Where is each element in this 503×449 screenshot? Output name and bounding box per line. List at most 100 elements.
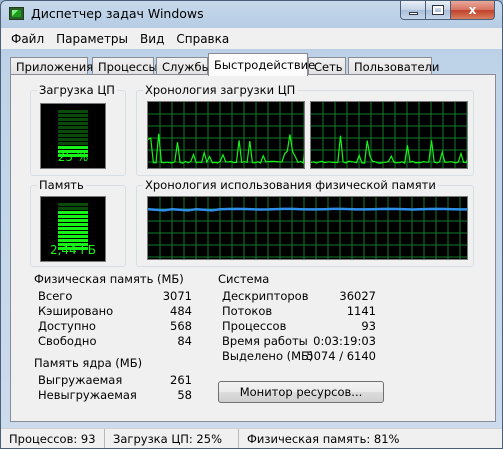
cpu-history-group: Хронология загрузки ЦП — [136, 83, 474, 176]
task-manager-window: Диспетчер задач Windows x Файл Параметры… — [0, 0, 503, 449]
status-cpu: Загрузка ЦП: 25% — [105, 429, 239, 448]
system-value: 36027 — [339, 289, 376, 303]
meter-segment — [58, 211, 88, 214]
physical-memory-value: 484 — [170, 304, 192, 318]
minimize-icon — [408, 11, 418, 15]
minimize-button[interactable] — [400, 1, 426, 20]
physical-memory-row: Всего 3071 — [38, 289, 192, 303]
cpu-usage-group: Загрузка ЦП 25 % — [30, 83, 126, 176]
menu-view[interactable]: Вид — [134, 30, 170, 48]
kernel-memory-key: Невыгружаемая — [38, 388, 137, 402]
tab-strip: Приложения Процессы Службы Быстродействи… — [10, 53, 496, 76]
meter-segment — [58, 142, 88, 145]
meter-segment — [58, 207, 88, 210]
meter-segment — [58, 122, 88, 125]
maximize-button[interactable] — [426, 1, 451, 20]
meter-segment — [58, 110, 88, 113]
menu-file[interactable]: Файл — [5, 30, 50, 48]
system-group: Система Дескрипторов 36027 Потоков 1141 … — [214, 272, 384, 366]
resource-monitor-button[interactable]: Монитор ресурсов... — [218, 381, 384, 403]
kernel-memory-group: Память ядра (МБ) Выгружаемая 261 Невыгру… — [30, 356, 200, 404]
memory-history-graph — [147, 196, 468, 260]
cpu-meter: 25 % — [40, 103, 106, 169]
meter-segment — [58, 114, 88, 117]
physical-memory-row: Свободно 84 — [38, 334, 192, 348]
kernel-memory-key: Выгружаемая — [38, 373, 123, 387]
cpu-history-label: Хронология загрузки ЦП — [143, 83, 298, 97]
physical-memory-label: Физическая память (МБ) — [32, 272, 186, 286]
memory-history-group: Хронология использования физической памя… — [136, 178, 474, 267]
kernel-memory-value: 261 — [170, 373, 192, 387]
system-value: 5074 / 6140 — [306, 349, 376, 363]
physical-memory-key: Доступно — [38, 319, 96, 333]
meter-segment — [58, 130, 88, 133]
maximize-icon — [432, 5, 444, 15]
cpu-history-graph-2 — [310, 101, 468, 169]
menu-bar: Файл Параметры Вид Справка — [1, 28, 502, 49]
physical-memory-value: 568 — [170, 319, 192, 333]
kernel-memory-label: Память ядра (МБ) — [32, 356, 145, 370]
system-row: Выделено (МБ) 5074 / 6140 — [222, 349, 376, 363]
cpu-history-graph-1 — [147, 101, 305, 169]
system-key: Потоков — [222, 304, 273, 318]
system-row: Процессов 93 — [222, 319, 376, 333]
physical-memory-key: Кэшировано — [38, 304, 114, 318]
physical-memory-group: Физическая память (МБ) Всего 3071 Кэширо… — [30, 272, 200, 350]
system-label: Система — [216, 272, 272, 286]
system-row: Дескрипторов 36027 — [222, 289, 376, 303]
memory-meter-value: 2,44 ГБ — [49, 243, 97, 257]
memory-meter: 2,44 ГБ — [40, 196, 106, 262]
cpu-history-graph-1-svg — [148, 102, 304, 168]
title-bar[interactable]: Диспетчер задач Windows x — [1, 1, 502, 27]
system-row: Время работы 0:03:19:03 — [222, 334, 376, 348]
memory-history-label: Хронология использования физической памя… — [143, 178, 438, 192]
close-button[interactable]: x — [451, 1, 495, 20]
meter-segment — [58, 118, 88, 121]
close-icon: x — [468, 3, 477, 17]
physical-memory-row: Кэшировано 484 — [38, 304, 192, 318]
physical-memory-value: 3071 — [162, 289, 192, 303]
meter-segment — [58, 235, 88, 238]
physical-memory-row: Доступно 568 — [38, 319, 192, 333]
status-memory: Физическая память: 81% — [247, 432, 400, 446]
memory-group: Память 2,44 ГБ — [30, 178, 126, 267]
memory-label: Память — [37, 178, 86, 192]
meter-segment — [58, 146, 88, 149]
meter-segment — [58, 227, 88, 230]
memory-history-line — [148, 207, 467, 212]
cpu-usage-label: Загрузка ЦП — [37, 83, 117, 97]
kernel-memory-row: Невыгружаемая 58 — [38, 388, 192, 402]
window-title: Диспетчер задач Windows — [31, 6, 204, 21]
menu-help[interactable]: Справка — [170, 30, 235, 48]
meter-segment — [58, 215, 88, 218]
system-value: 1141 — [346, 304, 376, 318]
tab-performance[interactable]: Быстродействие — [208, 53, 315, 76]
meter-segment — [58, 231, 88, 234]
status-processes: Процессов: 93 — [1, 429, 105, 448]
system-key: Время работы — [222, 334, 308, 348]
meter-segment — [58, 219, 88, 222]
memory-history-graph-svg — [148, 197, 467, 259]
system-value: 0:03:19:03 — [313, 334, 376, 348]
physical-memory-value: 84 — [177, 334, 192, 348]
physical-memory-key: Всего — [38, 289, 73, 303]
cpu-meter-value: 25 % — [57, 150, 89, 164]
cpu-history-graph-2-svg — [311, 102, 467, 168]
meter-segment — [58, 223, 88, 226]
menu-options[interactable]: Параметры — [50, 30, 134, 48]
caption-buttons: x — [400, 1, 495, 20]
meter-segment — [58, 203, 88, 206]
performance-panel: Загрузка ЦП 25 % Хронология загрузки ЦП … — [10, 74, 496, 422]
system-key: Дескрипторов — [222, 289, 309, 303]
meter-segment — [58, 239, 88, 242]
meter-segment — [58, 134, 88, 137]
meter-segment — [58, 138, 88, 141]
physical-memory-key: Свободно — [38, 334, 97, 348]
kernel-memory-row: Выгружаемая 261 — [38, 373, 192, 387]
system-row: Потоков 1141 — [222, 304, 376, 318]
system-value: 93 — [361, 319, 376, 333]
system-key: Выделено (МБ) — [222, 349, 314, 363]
status-bar: Процессов: 93 Загрузка ЦП: 25% Физическа… — [1, 428, 502, 448]
system-key: Процессов — [222, 319, 287, 333]
kernel-memory-value: 58 — [177, 388, 192, 402]
